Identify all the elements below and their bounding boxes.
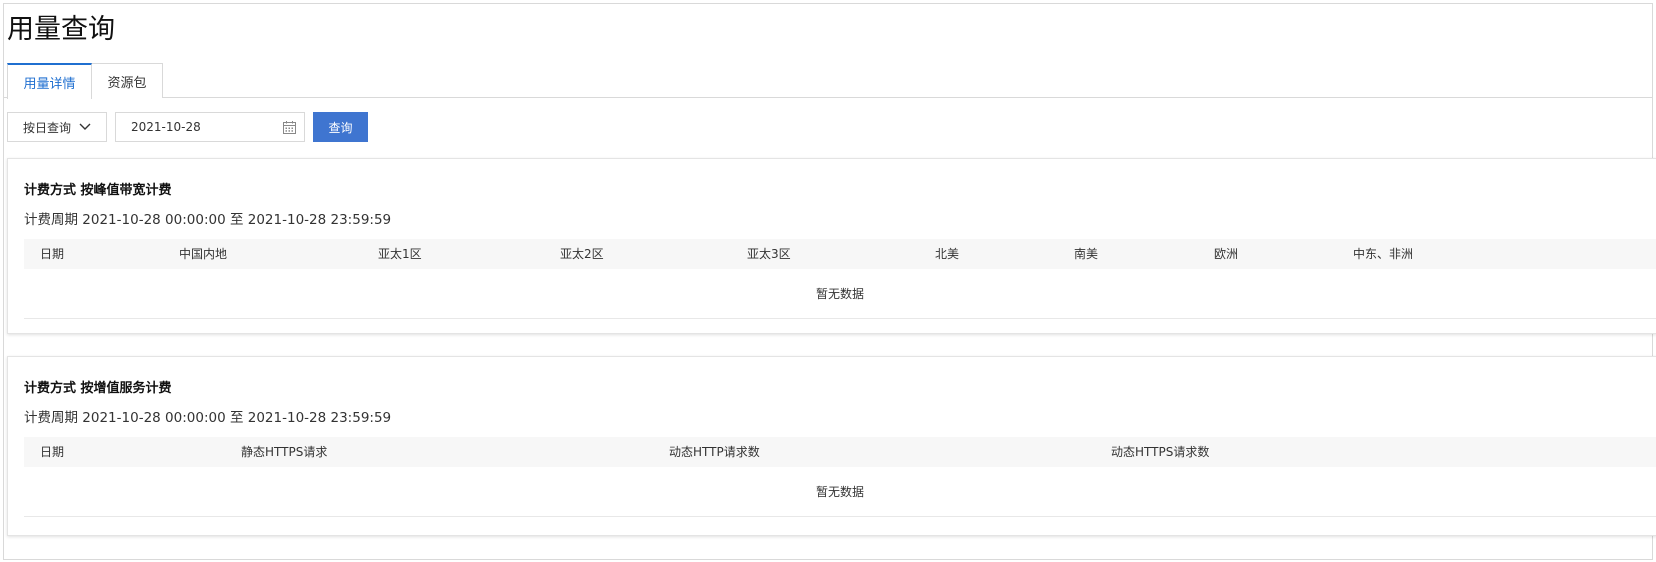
query-mode-select[interactable]: 按日查询	[7, 112, 107, 142]
col-europe: 欧洲	[1214, 247, 1239, 261]
billing-period: 计费周期 2021-10-28 00:00:00 至 2021-10-28 23…	[24, 410, 392, 426]
col-apac-2: 亚太2区	[560, 247, 604, 261]
value-added-billing-card: 计费方式 按增值服务计费 计费周期 2021-10-28 00:00:00 至 …	[7, 356, 1656, 536]
peak-bandwidth-billing-card: 计费方式 按峰值带宽计费 计费周期 2021-10-28 00:00:00 至 …	[7, 158, 1656, 334]
date-picker-input[interactable]: 2021-10-28	[115, 112, 305, 142]
card-title: 计费方式 按峰值带宽计费	[24, 183, 172, 198]
tab-usage-details[interactable]: 用量详情	[7, 63, 92, 99]
empty-state: 暂无数据	[24, 269, 1656, 319]
date-value: 2021-10-28	[131, 120, 201, 134]
billing-period: 计费周期 2021-10-28 00:00:00 至 2021-10-28 23…	[24, 212, 392, 228]
empty-state: 暂无数据	[24, 467, 1656, 517]
query-mode-value: 按日查询	[23, 120, 72, 135]
col-apac-1: 亚太1区	[378, 247, 422, 261]
page-title: 用量查询	[7, 14, 115, 45]
table-header: 日期 中国内地 亚太1区 亚太2区 亚太3区 北美 南美 欧洲 中东、非洲	[24, 239, 1656, 269]
table-header: 日期 静态HTTPS请求 动态HTTP请求数 动态HTTPS请求数	[24, 437, 1656, 467]
query-button[interactable]: 查询	[313, 112, 368, 142]
col-static-https-requests: 静态HTTPS请求	[241, 445, 328, 459]
col-dynamic-https-requests: 动态HTTPS请求数	[1111, 445, 1210, 459]
col-date: 日期	[40, 445, 65, 459]
col-south-america: 南美	[1074, 247, 1099, 261]
col-apac-3: 亚太3区	[747, 247, 791, 261]
tab-resource-packages[interactable]: 资源包	[91, 63, 163, 98]
calendar-icon[interactable]	[283, 121, 296, 134]
col-dynamic-http-requests: 动态HTTP请求数	[669, 445, 760, 459]
chevron-down-icon	[79, 123, 91, 130]
col-north-america: 北美	[935, 247, 960, 261]
card-title: 计费方式 按增值服务计费	[24, 381, 172, 396]
tab-bar: 用量详情 资源包	[4, 63, 1652, 99]
col-middle-east-africa: 中东、非洲	[1353, 247, 1414, 261]
col-date: 日期	[40, 247, 65, 261]
usage-query-page: 用量查询 用量详情 资源包 按日查询 2021-10-28 查询 计费方式 按峰…	[3, 3, 1656, 560]
col-mainland-china: 中国内地	[179, 247, 228, 261]
